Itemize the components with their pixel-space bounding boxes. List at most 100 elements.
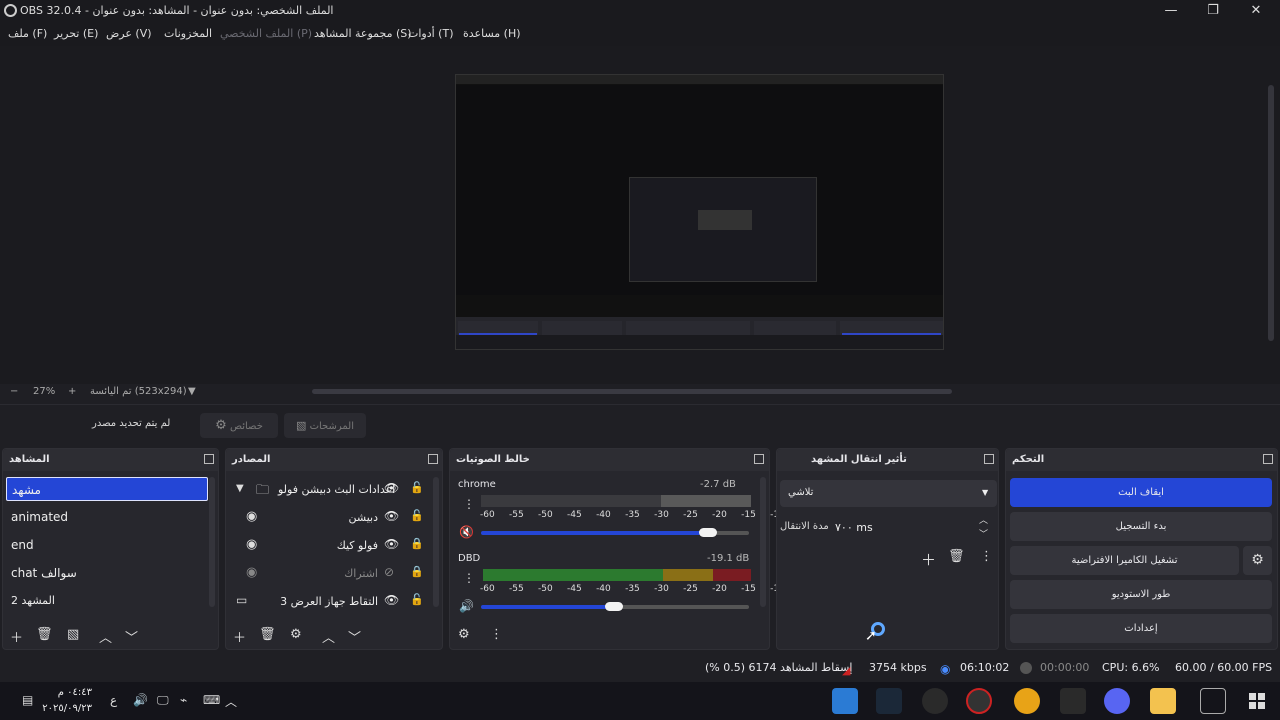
dock-float-icon[interactable] <box>984 454 994 464</box>
unlock-icon[interactable]: 🔓 <box>410 509 424 522</box>
volume-icon[interactable]: 🔊 <box>133 693 148 707</box>
menu-profile[interactable]: الملف الشخصي (P) <box>220 27 312 40</box>
remove-scene-icon[interactable]: 🗑 <box>36 627 53 642</box>
scene-item[interactable]: المشهد 2 <box>11 589 206 613</box>
duration-input[interactable]: ٧٠٠ ms <box>833 515 973 539</box>
eye-icon[interactable]: 👁 <box>384 509 399 523</box>
start-button[interactable] <box>1244 688 1270 714</box>
stop-streaming-button[interactable]: ايقاف البث <box>1010 478 1272 507</box>
scenes-scrollbar[interactable] <box>209 477 215 607</box>
remove-transition-icon[interactable]: 🗑 <box>948 549 965 564</box>
move-scene-up-icon[interactable]: ︿ <box>99 627 112 646</box>
source-label[interactable]: دبيشن <box>278 511 378 524</box>
epic-games-icon[interactable] <box>1060 688 1086 714</box>
spin-up-icon[interactable]: ︿ <box>979 513 988 526</box>
source-label[interactable]: فولو كيك <box>278 539 378 552</box>
start-recording-button[interactable]: بدء التسجيل <box>1010 512 1272 541</box>
menu-docks[interactable]: المخزونات <box>164 27 212 40</box>
program-preview[interactable] <box>455 74 944 350</box>
virtual-camera-settings-button[interactable]: ⚙ <box>1243 546 1272 575</box>
chrome-volume-knob[interactable] <box>699 528 717 537</box>
mixer-settings-icon[interactable]: ⚙ <box>458 627 470 642</box>
taskbar-time[interactable]: ٠٤:٤٣ م <box>52 687 92 698</box>
mixer-scrollbar[interactable] <box>760 477 766 607</box>
transition-select[interactable]: تلاشي ▼ <box>780 480 997 507</box>
notification-icon[interactable]: ▤ <box>22 693 33 707</box>
spin-down-icon[interactable]: ﹀ <box>979 527 988 540</box>
scene-item[interactable]: animated <box>11 505 206 529</box>
add-source-icon[interactable]: ＋ <box>233 627 246 646</box>
menu-file[interactable]: ملف (F) <box>8 27 47 40</box>
eye-hidden-icon[interactable]: ⊘ <box>384 565 394 579</box>
filters-button[interactable]: ▧ المرشحات <box>284 413 366 438</box>
dock-float-icon[interactable] <box>428 454 438 464</box>
add-transition-icon[interactable]: ＋ <box>921 549 936 570</box>
muted-speaker-icon[interactable]: 🔇 <box>459 525 474 539</box>
zoom-dropdown-icon[interactable]: ▼ <box>188 386 196 397</box>
remove-source-icon[interactable]: 🗑 <box>259 627 276 642</box>
wifi-icon[interactable]: ⌁ <box>180 693 187 707</box>
unlock-icon[interactable]: 🔓 <box>410 593 424 606</box>
menu-edit[interactable]: تحرير (E) <box>54 27 98 40</box>
start-virtual-camera-button[interactable]: تشغيل الكاميرا الافتراضية <box>1010 546 1239 575</box>
tray-expand-icon[interactable]: ︿ <box>225 693 237 710</box>
taskbar-date[interactable]: ٢٠٢٥/٠٩/٢٣ <box>34 703 92 714</box>
add-scene-icon[interactable]: ＋ <box>10 627 23 646</box>
source-properties-icon[interactable]: ⚙ <box>290 627 302 642</box>
dbd-volume-knob[interactable] <box>605 602 623 611</box>
settings-button[interactable]: إعدادات <box>1010 614 1272 643</box>
zoom-out-button[interactable]: − <box>10 386 18 397</box>
studio-mode-button[interactable]: طور الاستوديو <box>1010 580 1272 609</box>
transition-menu-icon[interactable]: ⋮ <box>980 549 993 564</box>
source-label[interactable]: اشتراك <box>278 567 378 580</box>
source-label[interactable]: التقاط جهاز العرض 3 <box>268 595 378 608</box>
scene-item[interactable]: end <box>11 533 206 557</box>
speaker-icon[interactable]: 🔊 <box>459 599 474 613</box>
scene-item[interactable]: chat سوالف <box>11 561 206 585</box>
source-label[interactable]: اعدادات البث دبيشن فولو <box>278 483 395 496</box>
restore-button[interactable]: ❐ <box>1204 2 1222 20</box>
preview-vertical-scrollbar[interactable] <box>1268 85 1274 341</box>
properties-button[interactable]: ⚙ خصائص <box>200 413 278 438</box>
start-pane <box>1258 702 1265 709</box>
unlock-icon[interactable]: 🔓 <box>410 481 424 494</box>
app-f-icon[interactable] <box>832 688 858 714</box>
menu-help[interactable]: مساعدة (H) <box>463 27 521 40</box>
close-button[interactable]: ✕ <box>1247 2 1265 20</box>
steam-icon[interactable] <box>876 688 902 714</box>
discord-icon[interactable] <box>1104 688 1130 714</box>
dock-float-icon[interactable] <box>754 454 764 464</box>
stream-icon: ◉ <box>940 662 951 676</box>
recorder-icon[interactable] <box>966 688 992 714</box>
zoom-in-button[interactable]: + <box>68 386 76 397</box>
menu-scene-collection[interactable]: مجموعة المشاهد (S) <box>314 27 412 40</box>
channel-menu-icon[interactable]: ⋮ <box>463 571 475 585</box>
snipping-icon[interactable] <box>1200 688 1226 714</box>
scene-filters-icon[interactable]: ▧ <box>67 627 79 642</box>
file-explorer-icon[interactable] <box>1150 688 1176 714</box>
menu-tools[interactable]: أدوات (T) <box>408 27 454 40</box>
sources-scrollbar[interactable] <box>433 477 439 607</box>
obs-icon[interactable] <box>922 688 948 714</box>
scene-item[interactable]: مشهد <box>6 477 208 501</box>
minimize-button[interactable]: — <box>1162 2 1180 20</box>
lock-icon[interactable]: 🔒 <box>410 537 424 550</box>
eye-icon[interactable]: 👁 <box>384 481 399 495</box>
mixer-menu-icon[interactable]: ⋮ <box>490 627 503 642</box>
eye-icon[interactable]: 👁 <box>384 593 399 607</box>
eye-icon[interactable]: 👁 <box>384 537 399 551</box>
dock-float-icon[interactable] <box>204 454 214 464</box>
move-source-up-icon[interactable]: ︿ <box>322 627 335 646</box>
lock-icon[interactable]: 🔒 <box>410 565 424 578</box>
channel-menu-icon[interactable]: ⋮ <box>463 497 475 511</box>
duration-label: مدة الانتقال <box>780 521 829 532</box>
language-indicator[interactable]: ع <box>110 693 117 707</box>
dock-float-icon[interactable] <box>1263 454 1273 464</box>
keyboard-icon[interactable]: ⌨ <box>203 693 220 707</box>
chrome-icon[interactable] <box>1014 688 1040 714</box>
expand-caret-icon[interactable]: ▼ <box>236 483 244 494</box>
move-scene-down-icon[interactable]: ﹀ <box>125 627 138 646</box>
menu-view[interactable]: عرض (V) <box>106 27 152 40</box>
move-source-down-icon[interactable]: ﹀ <box>348 627 361 646</box>
display-icon[interactable]: 🖵 <box>157 693 169 708</box>
